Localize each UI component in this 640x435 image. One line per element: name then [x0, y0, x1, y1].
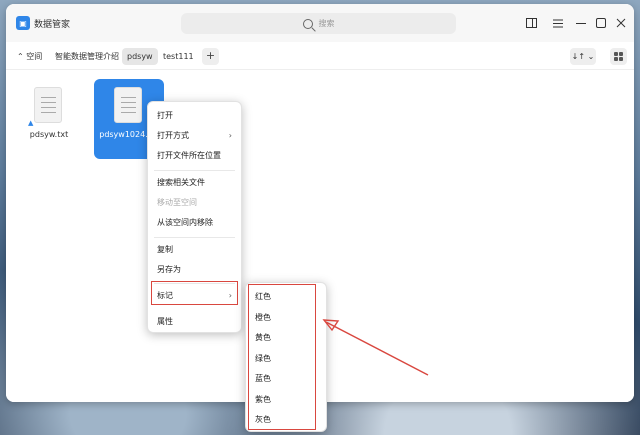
minimize-icon[interactable] — [574, 16, 588, 30]
text-file-icon — [114, 87, 142, 123]
chevron-right-icon: › — [228, 131, 232, 140]
search-icon — [302, 18, 313, 29]
back-label: 空间 — [26, 52, 43, 61]
file-item[interactable]: ▲ pdsyw.txt — [14, 79, 84, 159]
search-placeholder: 搜索 — [318, 19, 335, 28]
tab-pdsyw[interactable]: pdsyw — [122, 48, 158, 65]
sidebar-toggle-icon[interactable] — [524, 16, 538, 30]
menu-move-to-space: 移动至空间 — [157, 198, 197, 207]
annotation-box-colors — [248, 284, 316, 430]
grid-view-icon[interactable] — [610, 48, 627, 65]
menu-open-location[interactable]: 打开文件所在位置 — [148, 146, 241, 166]
menu-divider — [154, 237, 235, 238]
add-tab-button[interactable]: + — [202, 48, 219, 65]
tab-intro[interactable]: 智能数据管理介绍 — [50, 48, 124, 65]
file-name: pdsyw.txt — [29, 130, 69, 139]
app-title: 数据管家 — [34, 20, 71, 30]
app-logo-icon: ▣ — [16, 16, 30, 30]
sync-badge-icon: ▲ — [28, 119, 34, 127]
annotation-box-tag — [151, 281, 238, 305]
menu-open[interactable]: 打开 — [148, 106, 241, 126]
menu-save-as[interactable]: 另存为 — [148, 260, 241, 280]
menu-copy[interactable]: 复制 — [148, 240, 241, 260]
menu-search-related[interactable]: 搜索相关文件 — [148, 173, 241, 193]
annotation-arrow-icon — [322, 319, 429, 376]
close-icon[interactable] — [614, 16, 628, 30]
menu-remove-from-space[interactable]: 从该空间内移除 — [148, 213, 241, 233]
menu-icon[interactable] — [551, 16, 565, 30]
menu-properties[interactable]: 属性 — [148, 312, 241, 332]
maximize-icon[interactable] — [594, 16, 608, 30]
menu-open-with-label: 打开方式 — [157, 131, 189, 140]
menu-open-with[interactable]: 打开方式 › — [148, 126, 241, 146]
chevron-up-icon: ⌃ — [17, 52, 24, 61]
search-input[interactable]: 搜索 — [181, 13, 456, 34]
tab-test111[interactable]: test111 — [158, 48, 199, 65]
menu-divider — [154, 170, 235, 171]
title-bar: ▣ 数据管家 搜索 — [6, 4, 634, 42]
toolbar: ⌃ 空间 智能数据管理介绍 pdsyw test111 + ↓↑ ⌄ — [6, 42, 634, 70]
text-file-icon — [34, 87, 62, 123]
sort-button[interactable]: ↓↑ ⌄ — [570, 48, 596, 65]
back-to-space-button[interactable]: ⌃ 空间 — [12, 48, 47, 65]
